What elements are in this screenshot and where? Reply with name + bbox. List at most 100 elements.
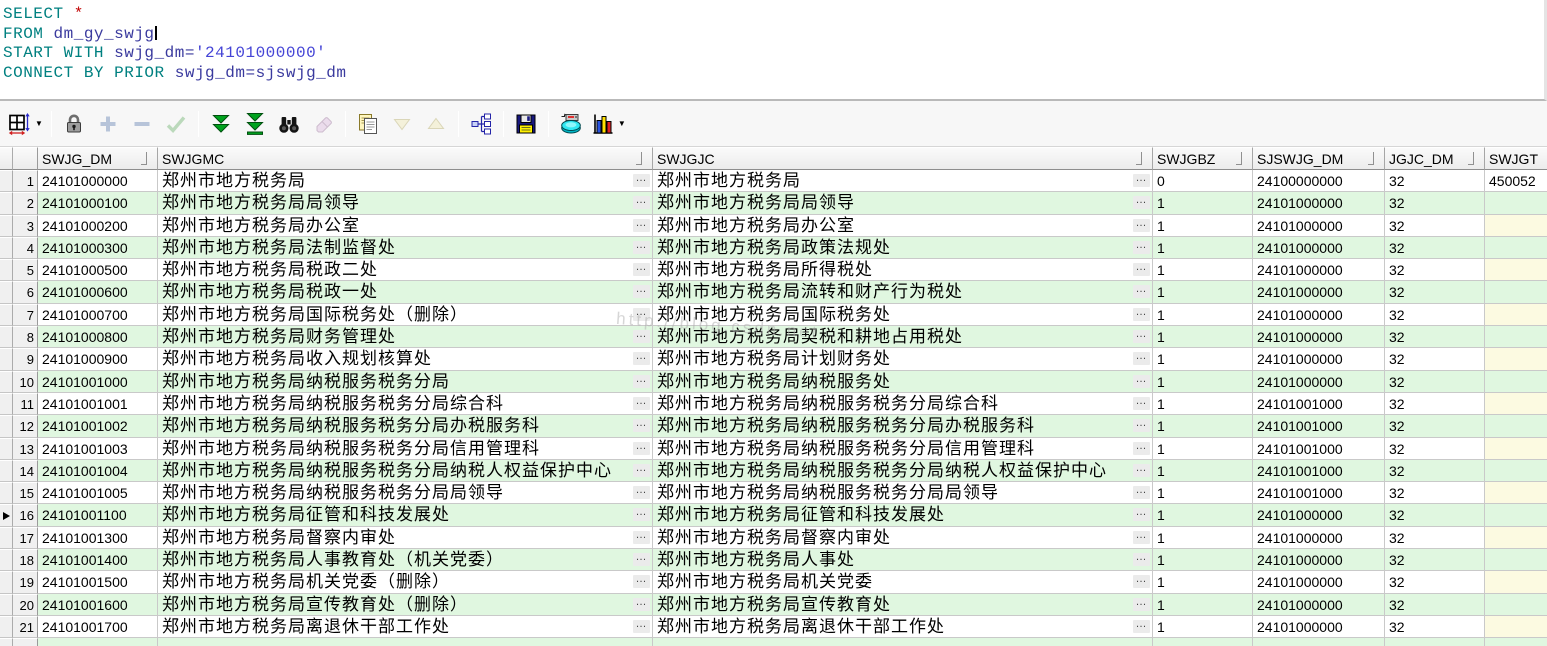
- cell-swjgt[interactable]: [1485, 571, 1547, 594]
- cell-swjgjc[interactable]: 郑州市地方税务局办公室…: [653, 214, 1153, 237]
- cell-ellipsis-button[interactable]: …: [633, 418, 650, 433]
- cell-swjgt[interactable]: [1485, 437, 1547, 460]
- cell-sjswjg_dm[interactable]: 24101000000: [1253, 259, 1385, 282]
- cell-ellipsis-button[interactable]: …: [1133, 306, 1150, 321]
- sql-editor[interactable]: SELECT * FROM dm_gy_swjg START WITH swjg_d…: [0, 0, 1547, 101]
- cell-swjg_dm[interactable]: 24101000200: [38, 214, 158, 237]
- column-resize-grip[interactable]: [1136, 152, 1150, 165]
- cell-swjgbz[interactable]: 1: [1153, 526, 1253, 550]
- cell-swjgjc[interactable]: 郑州市地方税务局人事处…: [653, 549, 1153, 572]
- row-indicator-cell[interactable]: [0, 259, 13, 282]
- cell-jgjc_dm[interactable]: 32: [1385, 348, 1485, 371]
- row-number-cell[interactable]: 20: [13, 593, 38, 616]
- cell-ellipsis-button[interactable]: …: [1133, 173, 1150, 187]
- cell-sjswjg_dm[interactable]: 24101000000: [1253, 571, 1385, 594]
- cell-ellipsis-button[interactable]: …: [633, 195, 650, 210]
- cell-swjgjc[interactable]: 郑州市地方税务局局领导…: [653, 192, 1153, 215]
- cell-swjgjc[interactable]: 郑州市地方税务局纳税服务税务分局办税服务科…: [653, 415, 1153, 438]
- cell-jgjc_dm[interactable]: 32: [1385, 549, 1485, 572]
- cell-jgjc_dm[interactable]: 32: [1385, 482, 1485, 505]
- lock-record-button[interactable]: [59, 109, 89, 139]
- cell-swjg_dm[interactable]: 24101000900: [38, 348, 158, 371]
- cell-swjgmc[interactable]: 郑州市地方税务局…: [158, 170, 653, 193]
- export-results-button[interactable]: [556, 109, 586, 139]
- column-header-sjswjg_dm[interactable]: SJSWJG_DM: [1253, 147, 1385, 170]
- cell-swjgt[interactable]: [1485, 303, 1547, 327]
- cell-jgjc_dm[interactable]: 32: [1385, 459, 1485, 483]
- row-indicator-cell[interactable]: [0, 437, 13, 460]
- cell-sjswjg_dm[interactable]: 24101000000: [1253, 504, 1385, 527]
- fetch-next-page-button[interactable]: [206, 109, 236, 139]
- cell-sjswjg_dm[interactable]: [1253, 638, 1385, 646]
- cell-swjgmc[interactable]: 郑州市地方税务局宣传教育处（删除）…: [158, 593, 653, 616]
- cell-ellipsis-button[interactable]: …: [633, 552, 650, 567]
- cell-swjgt[interactable]: [1485, 459, 1547, 483]
- column-resize-grip[interactable]: [1468, 152, 1482, 165]
- row-number-cell[interactable]: 6: [13, 281, 38, 304]
- cell-swjg_dm[interactable]: 24101001004: [38, 459, 158, 483]
- copy-records-button[interactable]: [353, 109, 383, 139]
- cell-sjswjg_dm[interactable]: 24101000000: [1253, 236, 1385, 260]
- cell-swjg_dm[interactable]: 24101000000: [38, 170, 158, 193]
- cell-swjgmc[interactable]: [158, 638, 653, 646]
- row-indicator-cell[interactable]: [0, 482, 13, 505]
- cell-swjg_dm[interactable]: 24101001700: [38, 615, 158, 639]
- cell-jgjc_dm[interactable]: 32: [1385, 504, 1485, 527]
- cell-swjgbz[interactable]: 1: [1153, 571, 1253, 594]
- cell-sjswjg_dm[interactable]: 24101000000: [1253, 281, 1385, 304]
- cell-ellipsis-button[interactable]: …: [633, 262, 650, 277]
- cell-ellipsis-button[interactable]: …: [633, 462, 650, 477]
- cell-swjgjc[interactable]: 郑州市地方税务局征管和科技发展处…: [653, 504, 1153, 527]
- cell-swjgmc[interactable]: 郑州市地方税务局纳税服务税务分局信用管理科…: [158, 437, 653, 460]
- row-number-cell[interactable]: 7: [13, 303, 38, 327]
- cell-swjg_dm[interactable]: 24101001600: [38, 593, 158, 616]
- cell-swjgbz[interactable]: 1: [1153, 437, 1253, 460]
- cell-ellipsis-button[interactable]: …: [1133, 418, 1150, 433]
- cell-swjgbz[interactable]: 1: [1153, 549, 1253, 572]
- column-header-swjgbz[interactable]: SWJGBZ: [1153, 147, 1253, 170]
- cell-swjgbz[interactable]: 1: [1153, 192, 1253, 215]
- cell-sjswjg_dm[interactable]: 24101001000: [1253, 482, 1385, 505]
- cell-swjgbz[interactable]: 1: [1153, 504, 1253, 527]
- cell-swjgt[interactable]: [1485, 526, 1547, 550]
- column-resize-grip[interactable]: [1236, 152, 1250, 165]
- column-header-swjgjc[interactable]: SWJGJC: [653, 147, 1153, 170]
- cell-sjswjg_dm[interactable]: 24101001000: [1253, 437, 1385, 460]
- cell-sjswjg_dm[interactable]: 24101001000: [1253, 459, 1385, 483]
- row-number-cell[interactable]: 13: [13, 437, 38, 460]
- row-number-cell[interactable]: 9: [13, 348, 38, 371]
- cell-ellipsis-button[interactable]: …: [1133, 440, 1150, 455]
- cell-swjgbz[interactable]: 1: [1153, 326, 1253, 349]
- column-header-swjgt[interactable]: SWJGT: [1485, 147, 1547, 170]
- cell-swjgmc[interactable]: 郑州市地方税务局督察内审处…: [158, 526, 653, 550]
- cell-swjgjc[interactable]: 郑州市地方税务局督察内审处…: [653, 526, 1153, 550]
- cell-swjgbz[interactable]: 1: [1153, 281, 1253, 304]
- cell-swjgbz[interactable]: 1: [1153, 348, 1253, 371]
- cell-swjgmc[interactable]: 郑州市地方税务局收入规划核算处…: [158, 348, 653, 371]
- cell-swjgt[interactable]: [1485, 482, 1547, 505]
- cell-swjgjc[interactable]: 郑州市地方税务局计划财务处…: [653, 348, 1153, 371]
- cell-ellipsis-button[interactable]: …: [633, 618, 650, 633]
- cell-swjgjc[interactable]: 郑州市地方税务局所得税处…: [653, 259, 1153, 282]
- column-resize-grip[interactable]: [1368, 152, 1382, 165]
- cell-sjswjg_dm[interactable]: 24101001000: [1253, 415, 1385, 438]
- cell-swjg_dm[interactable]: 24101000500: [38, 259, 158, 282]
- cell-swjgbz[interactable]: 1: [1153, 392, 1253, 416]
- cell-ellipsis-button[interactable]: …: [1133, 284, 1150, 299]
- cell-swjgmc[interactable]: 郑州市地方税务局财务管理处…: [158, 326, 653, 349]
- cell-swjgjc[interactable]: 郑州市地方税务局纳税服务税务分局信用管理科…: [653, 437, 1153, 460]
- row-indicator-cell[interactable]: [0, 459, 13, 483]
- cell-swjgjc[interactable]: 郑州市地方税务局纳税服务税务分局纳税人权益保护中心…: [653, 459, 1153, 483]
- cell-swjgmc[interactable]: 郑州市地方税务局税政一处…: [158, 281, 653, 304]
- cell-sjswjg_dm[interactable]: 24100000000: [1253, 170, 1385, 193]
- cell-jgjc_dm[interactable]: 32: [1385, 170, 1485, 193]
- column-header-jgjc_dm[interactable]: JGJC_DM: [1385, 147, 1485, 170]
- cell-swjg_dm[interactable]: 24101000800: [38, 326, 158, 349]
- row-indicator-cell[interactable]: [0, 615, 13, 639]
- row-number-cell[interactable]: 16: [13, 504, 38, 527]
- row-indicator-cell[interactable]: [0, 214, 13, 237]
- cell-jgjc_dm[interactable]: 32: [1385, 593, 1485, 616]
- cell-swjg_dm[interactable]: 24101000600: [38, 281, 158, 304]
- cell-ellipsis-button[interactable]: …: [633, 529, 650, 544]
- cell-swjg_dm[interactable]: 24101001400: [38, 549, 158, 572]
